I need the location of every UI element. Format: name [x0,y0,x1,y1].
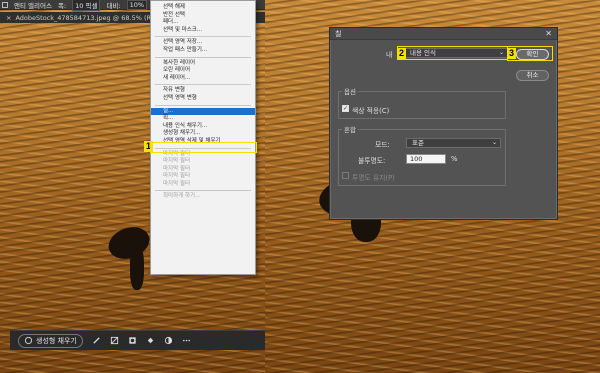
menu-divider [155,190,251,192]
antialias-checkbox[interactable] [2,1,8,8]
mask-icon[interactable] [128,336,137,345]
menu-item-select-mask[interactable]: 선택 및 마스크... [151,27,255,35]
document-tab-label: AdobeStock_478584713.jpeg @ 68.5% (RGB [15,13,161,22]
close-icon[interactable]: ✕ [545,28,552,40]
menu-divider [155,84,251,86]
color-adaptation-label: 색상 적응(C) [352,107,390,115]
opacity-input[interactable]: 100 [406,154,446,164]
menu-item-fade: 희미하게 하기... [163,193,201,200]
menu-item-transform-selection[interactable]: 선택 영역 변형 [151,95,255,103]
adjustment-icon[interactable] [164,336,173,345]
menu-item-new-layer[interactable]: 새 레이어... [151,75,255,83]
menu-item-last-filter: 마지막 필터 [163,180,191,187]
fill-bucket-icon[interactable] [146,336,155,345]
opacity-label: 불투명도: [358,157,386,165]
menu-divider [155,56,251,58]
cancel-button[interactable]: 취소 [516,70,549,81]
brush-icon[interactable] [92,336,101,345]
more-options-icon[interactable] [182,336,191,345]
context-menu: 선택 해제 반전 선택 페더... 선택 및 마스크... 선택 영역 저장..… [150,0,256,275]
contents-label: 내 [386,51,393,59]
menu-divider [155,104,251,106]
blending-group-label: 혼합 [342,124,358,134]
contrast-label: 대비: [106,1,121,10]
mode-label: 모드: [375,141,390,149]
antialias-label: 앤티 앨리어스 [14,1,52,10]
dialog-title: 칠 [335,30,342,38]
sparkle-icon [24,336,33,345]
preserve-transparency-label: 투명도 유지(P) [352,174,395,182]
menu-item-save-selection[interactable]: 선택 영역 저장... [151,39,255,47]
person-body [130,245,144,290]
generative-fill-button[interactable]: 생성형 채우기 [18,333,83,348]
color-adaptation-checkbox[interactable]: ✓ [342,105,349,112]
width-label: 폭: [57,1,67,10]
preserve-transparency-checkbox [342,172,349,179]
menu-item-make-work-path[interactable]: 작업 패스 만들기... [151,47,255,55]
mode-select-value: 표준 [412,139,424,147]
dialog-titlebar: 칠 ✕ [330,28,557,40]
opacity-unit: % [451,155,458,163]
menu-item-fill[interactable]: 칠... [151,107,255,116]
chevron-down-icon: ⌄ [491,139,497,146]
generative-fill-label: 생성형 채우기 [36,336,77,345]
menu-item-generative-fill[interactable]: 생성형 채우기... [151,130,255,138]
document-tab-close-icon[interactable]: × [6,14,11,22]
menu-item-free-transform[interactable]: 자유 변형 [151,87,255,95]
contents-highlight-box [397,46,508,60]
options-group-label: 옵션 [342,86,358,96]
contextual-taskbar: 생성형 채우기 [10,330,265,350]
menu-item-last-filter: 마지막 필터 [163,158,191,165]
menu-item-last-filter: 마지막 필터 [163,173,191,180]
contrast-input[interactable]: 10% [126,0,148,10]
ok-highlight-box [507,46,553,61]
fill-highlight-box [150,142,257,153]
menu-item-deselect[interactable]: 선택 해제 [151,4,255,12]
width-input[interactable]: 10 픽셀 [72,0,101,11]
transform-icon[interactable] [110,336,119,345]
menu-item-feather[interactable]: 페더... [151,19,255,27]
menu-divider [155,36,251,38]
menu-item-layer-via-cut[interactable]: 오린 레이어 [151,67,255,75]
mode-select[interactable]: 표준 ⌄ [406,138,501,148]
menu-item-stroke[interactable]: 획... [151,115,255,123]
canvas-left[interactable]: 앤티 앨리어스 폭: 10 픽셀 대비: 10% × AdobeStock_47… [0,0,265,373]
